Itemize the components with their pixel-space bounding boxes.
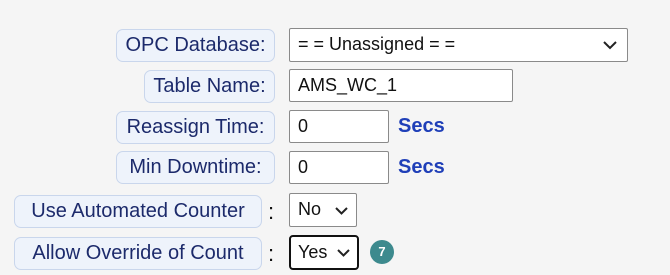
reassign-time-input[interactable]: 0 — [289, 110, 389, 143]
use-automated-counter-colon: : — [268, 199, 275, 224]
min-downtime-label: Min Downtime: — [116, 151, 275, 184]
chevron-down-icon — [603, 41, 617, 50]
allow-override-of-count-select[interactable]: Yes — [289, 235, 359, 270]
allow-override-of-count-colon: : — [268, 241, 275, 266]
count-badge: 7 — [370, 240, 394, 264]
table-name-value: AMS_WC_1 — [298, 75, 398, 95]
chevron-down-icon — [335, 207, 348, 215]
table-name-label: Table Name: — [144, 70, 275, 103]
chevron-down-icon — [337, 249, 350, 257]
use-automated-counter-label: Use Automated Counter — [14, 195, 262, 228]
min-downtime-input[interactable]: 0 — [289, 151, 389, 184]
opc-database-label: OPC Database: — [116, 29, 275, 62]
reassign-time-unit: Secs — [398, 115, 445, 137]
table-name-input[interactable]: AMS_WC_1 — [289, 69, 513, 102]
use-automated-counter-select[interactable]: No — [289, 193, 357, 227]
use-automated-counter-value: No — [298, 199, 322, 219]
min-downtime-unit: Secs — [398, 156, 445, 178]
reassign-time-value: 0 — [298, 116, 309, 136]
opc-database-value: = = Unassigned = = — [298, 34, 456, 54]
opc-database-select[interactable]: = = Unassigned = = — [289, 28, 628, 62]
min-downtime-value: 0 — [298, 157, 309, 177]
allow-override-of-count-value: Yes — [298, 242, 328, 262]
allow-override-of-count-label: Allow Override of Count — [14, 237, 262, 270]
reassign-time-label: Reassign Time: — [116, 111, 275, 144]
